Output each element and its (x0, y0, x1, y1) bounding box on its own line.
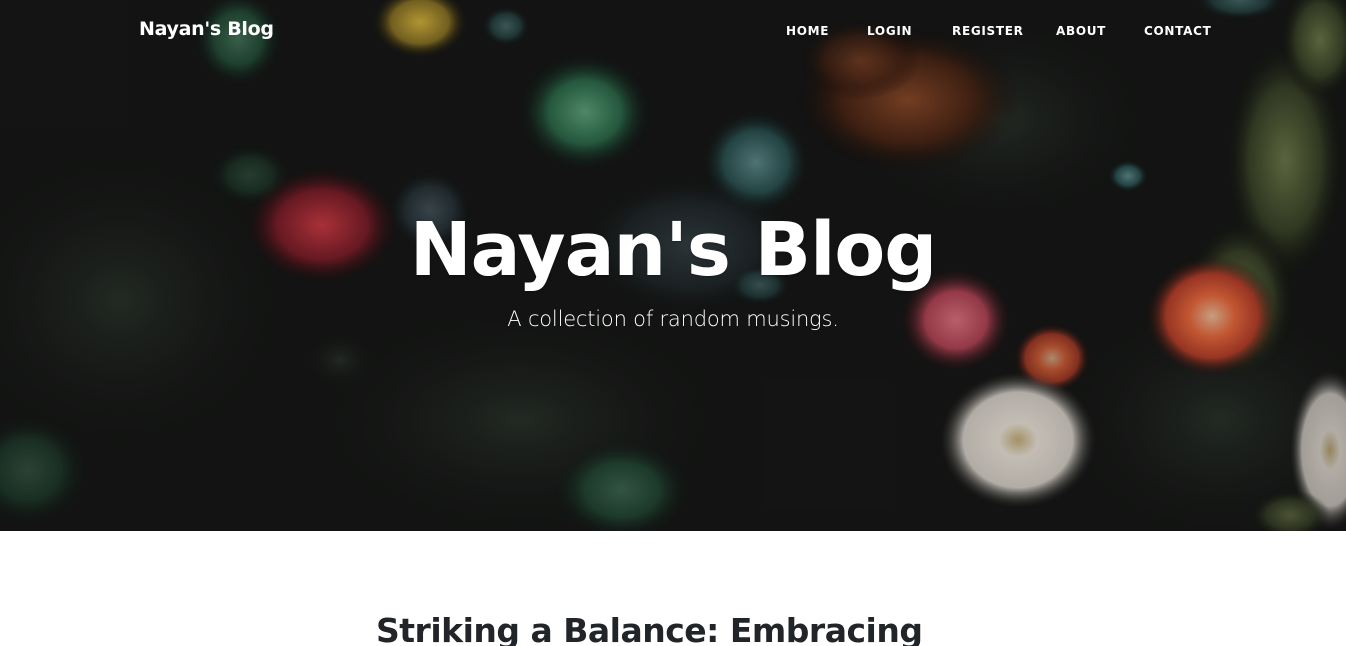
post-list: Striking a Balance: Embracing (0, 531, 1346, 646)
nav-login-link[interactable]: LOGIN (867, 24, 912, 38)
nav-register-link[interactable]: REGISTER (952, 24, 1024, 38)
nav-contact-link[interactable]: CONTACT (1144, 24, 1211, 38)
post-title-link[interactable]: Striking a Balance: Embracing (376, 609, 923, 646)
main-navbar: Nayan's Blog HOME LOGIN REGISTER ABOUT C… (0, 0, 1346, 62)
hero-subtitle: A collection of random musings. (507, 307, 839, 331)
nav-about-link[interactable]: ABOUT (1056, 24, 1106, 38)
site-heading: Nayan's Blog A collection of random musi… (0, 200, 1346, 338)
masthead: Nayan's Blog HOME LOGIN REGISTER ABOUT C… (0, 0, 1346, 531)
nav-home-link[interactable]: HOME (786, 24, 829, 38)
hero-title: Nayan's Blog (409, 207, 938, 293)
nav-links: HOME LOGIN REGISTER ABOUT CONTACT (0, 24, 1346, 40)
